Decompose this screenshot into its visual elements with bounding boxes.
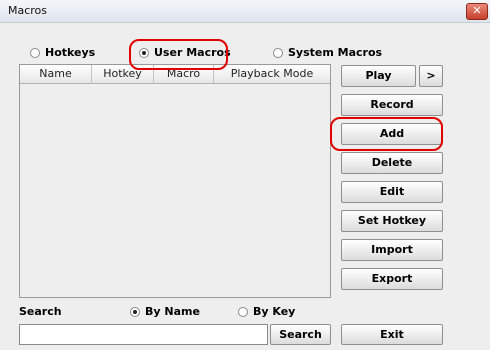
macros-window: Macros ✕ Hotkeys User Macros System Macr…: [0, 0, 490, 350]
record-button[interactable]: Record: [341, 94, 443, 116]
column-header-name[interactable]: Name: [20, 65, 92, 83]
radio-by-name[interactable]: By Name: [130, 305, 200, 318]
set-hotkey-button[interactable]: Set Hotkey: [341, 210, 443, 232]
delete-button[interactable]: Delete: [341, 152, 443, 174]
radio-hotkeys-label: Hotkeys: [45, 46, 96, 59]
search-input[interactable]: [19, 324, 268, 345]
window-title: Macros: [8, 4, 48, 17]
import-button[interactable]: Import: [341, 239, 443, 261]
radio-icon: [273, 47, 283, 58]
macros-table[interactable]: Name Hotkey Macro Playback Mode: [19, 64, 331, 298]
edit-button[interactable]: Edit: [341, 181, 443, 203]
search-button[interactable]: Search: [270, 324, 331, 345]
exit-button[interactable]: Exit: [341, 324, 443, 345]
add-button-highlight: [330, 117, 443, 151]
play-button[interactable]: Play: [341, 65, 416, 87]
radio-system-macros-label: System Macros: [288, 46, 383, 59]
radio-by-name-label: By Name: [145, 305, 200, 318]
export-button[interactable]: Export: [341, 268, 443, 290]
title-bar: Macros ✕: [0, 0, 490, 23]
column-header-playback-mode[interactable]: Playback Mode: [214, 65, 330, 83]
close-button[interactable]: ✕: [466, 3, 488, 20]
radio-system-macros[interactable]: System Macros: [273, 46, 382, 59]
user-macros-highlight: [129, 39, 228, 70]
play-options-button[interactable]: >: [419, 65, 443, 87]
radio-hotkeys[interactable]: Hotkeys: [30, 46, 95, 59]
radio-by-key[interactable]: By Key: [238, 305, 295, 318]
radio-by-key-label: By Key: [253, 305, 296, 318]
radio-selected-icon: [130, 306, 140, 317]
search-label: Search: [19, 305, 62, 318]
radio-icon: [30, 47, 40, 58]
radio-icon: [238, 306, 248, 317]
